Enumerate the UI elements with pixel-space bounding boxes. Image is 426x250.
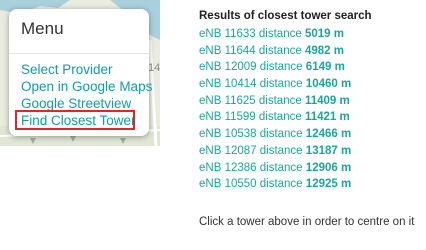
- result-item[interactable]: eNB 10414 distance 10460 m: [199, 78, 351, 95]
- distance-value: 12925 m: [305, 178, 352, 191]
- result-item[interactable]: eNB 10550 distance 12925 m: [199, 178, 351, 195]
- distance-label: distance: [258, 94, 302, 107]
- distance-label: distance: [259, 161, 303, 174]
- distance-label: distance: [258, 44, 302, 57]
- distance-value: 12906 m: [305, 161, 352, 174]
- distance-label: distance: [259, 78, 303, 91]
- menu-title: Menu: [21, 19, 64, 38]
- tower-id: eNB 12386: [199, 161, 257, 174]
- menu-item-select-provider[interactable]: Select Provider: [21, 62, 113, 77]
- result-item[interactable]: eNB 11625 distance 11409 m: [199, 95, 351, 112]
- result-item[interactable]: eNB 11633 distance 5019 m: [199, 28, 351, 45]
- distance-label: distance: [259, 178, 303, 191]
- result-item[interactable]: eNB 10538 distance 12466 m: [199, 128, 351, 145]
- distance-label: distance: [259, 128, 303, 141]
- distance-label: distance: [259, 61, 303, 74]
- tower-id: eNB 11644: [199, 44, 256, 57]
- highlight-box: [15, 110, 135, 130]
- distance-value: 4982 m: [304, 44, 344, 57]
- menu-item-google-streetview[interactable]: Google Streetview: [21, 96, 131, 111]
- tower-id: eNB 12009: [199, 61, 257, 74]
- distance-label: distance: [258, 28, 302, 40]
- result-item[interactable]: eNB 12009 distance 6149 m: [199, 61, 351, 78]
- tower-id: eNB 12087: [199, 144, 257, 157]
- menu-item-open-google-maps[interactable]: Open in Google Maps: [21, 79, 152, 94]
- distance-value: 10460 m: [305, 78, 352, 91]
- tower-id: eNB 11599: [199, 111, 256, 124]
- results-title: Results of closest tower search: [199, 10, 372, 22]
- distance-value: 11409 m: [304, 94, 350, 107]
- distance-value: 13187 m: [305, 144, 352, 157]
- result-item[interactable]: eNB 11599 distance 11421 m: [199, 111, 351, 128]
- map-road-label: 14: [148, 62, 160, 74]
- context-menu: Menu Select Provider Open in Google Maps…: [9, 9, 152, 136]
- menu-divider: [9, 53, 149, 54]
- tower-id: eNB 10550: [199, 178, 257, 191]
- distance-value: 6149 m: [305, 61, 345, 74]
- distance-value: 5019 m: [304, 28, 344, 40]
- result-item[interactable]: eNB 12087 distance 13187 m: [199, 145, 351, 162]
- result-item[interactable]: eNB 11644 distance 4982 m: [199, 45, 351, 62]
- distance-value: 12466 m: [305, 128, 352, 141]
- distance-label: distance: [258, 111, 302, 124]
- tower-id: eNB 10538: [199, 128, 257, 141]
- results-list: eNB 11633 distance 5019 m eNB 11644 dist…: [199, 28, 351, 195]
- results-hint: Click a tower above in order to centre o…: [199, 216, 415, 228]
- tower-id: eNB 10414: [199, 78, 257, 91]
- tower-id: eNB 11633: [199, 28, 256, 40]
- tower-id: eNB 11625: [199, 94, 256, 107]
- result-item[interactable]: eNB 12386 distance 12906 m: [199, 162, 351, 179]
- distance-value: 11421 m: [304, 111, 350, 124]
- distance-label: distance: [259, 144, 303, 157]
